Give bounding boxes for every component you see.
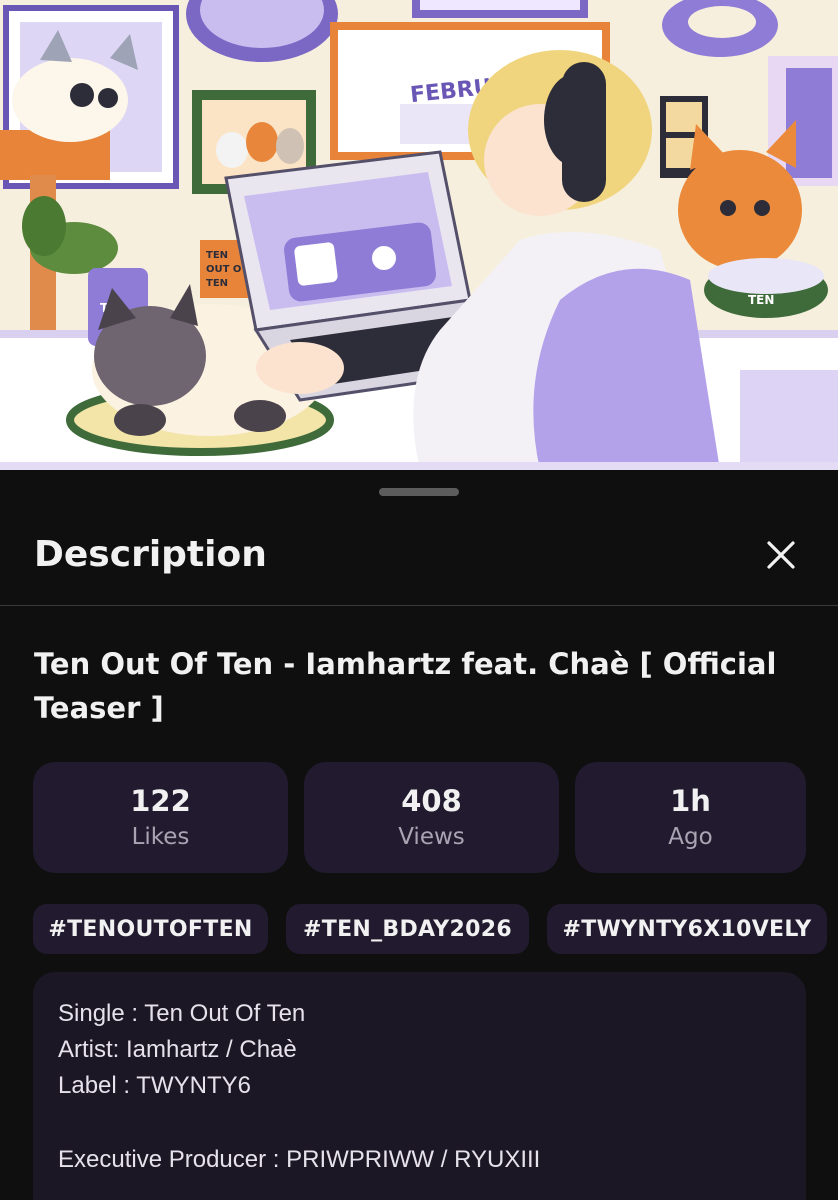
svg-text:OUT O: OUT O: [206, 264, 241, 275]
hashtag-chip[interactable]: #TEN_BDAY2026: [286, 904, 529, 954]
description-line: Label : TWYNTY6: [58, 1072, 251, 1099]
video-thumbnail[interactable]: FEBRUARY Ten TEN OUT O TEN: [0, 0, 838, 470]
description-body: Single : Ten Out Of Ten Artist: Iamhartz…: [33, 972, 806, 1200]
description-line: Executive Producer : PRIWPRIWW / RYUXIII: [58, 1146, 541, 1173]
likes-stat: 122 Likes: [33, 762, 288, 873]
views-stat: 408 Views: [304, 762, 559, 873]
svg-text:TEN: TEN: [206, 278, 228, 289]
video-title: Ten Out Of Ten - Iamhartz feat. Chaè [ O…: [34, 647, 777, 725]
views-count: 408: [401, 783, 462, 818]
hashtag-chip[interactable]: #TENOUTOFTEN: [33, 904, 268, 954]
age-label: Ago: [668, 823, 713, 850]
thumbnail-illustration: FEBRUARY Ten TEN OUT O TEN: [0, 0, 838, 470]
hashtag-chip[interactable]: #TWYNTY6X10VELY: [547, 904, 827, 954]
header-divider: [0, 605, 838, 606]
description-line: Single : Ten Out Of Ten: [58, 1000, 306, 1027]
close-button[interactable]: [758, 532, 804, 578]
description-line: Artist: Iamhartz / Chaè: [58, 1036, 297, 1063]
bowl-text: TEN: [748, 293, 774, 307]
sign-text: TEN: [206, 250, 228, 261]
likes-count: 122: [130, 783, 191, 818]
age-value: 1h: [670, 783, 711, 818]
likes-label: Likes: [131, 823, 190, 850]
description-sheet: Description Ten Out Of Ten - Iamhartz fe…: [0, 470, 838, 1200]
close-icon: [767, 541, 795, 569]
views-label: Views: [398, 823, 465, 850]
age-stat: 1h Ago: [575, 762, 806, 873]
sheet-title: Description: [34, 534, 267, 575]
drag-handle[interactable]: [379, 488, 459, 496]
